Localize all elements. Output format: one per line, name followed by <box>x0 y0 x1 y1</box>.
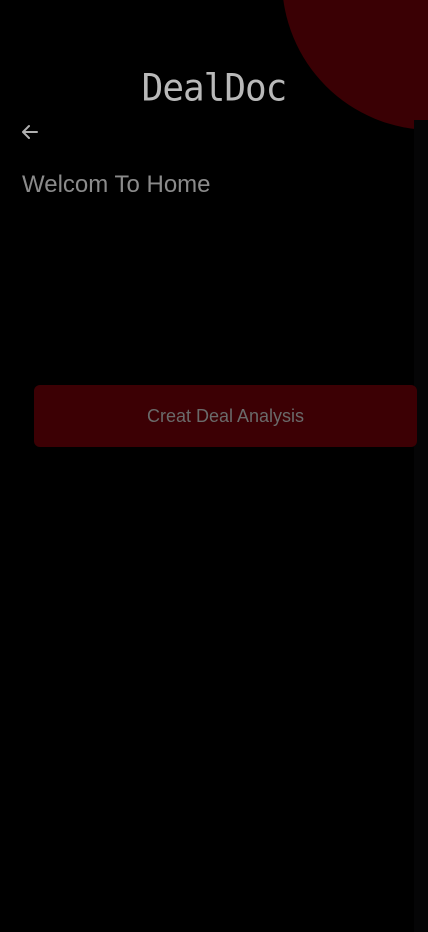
back-button[interactable] <box>18 120 42 144</box>
corner-decoration <box>282 0 428 130</box>
arrow-left-icon <box>22 125 38 139</box>
app-logo: DealDoc <box>141 66 288 111</box>
page-title: Welcom To Home <box>22 171 211 198</box>
home-screen: DealDoc Welcom To Home Creat Deal Analys… <box>0 0 428 932</box>
right-edge-shadow <box>414 120 428 932</box>
create-deal-analysis-button[interactable]: Creat Deal Analysis <box>34 385 417 447</box>
